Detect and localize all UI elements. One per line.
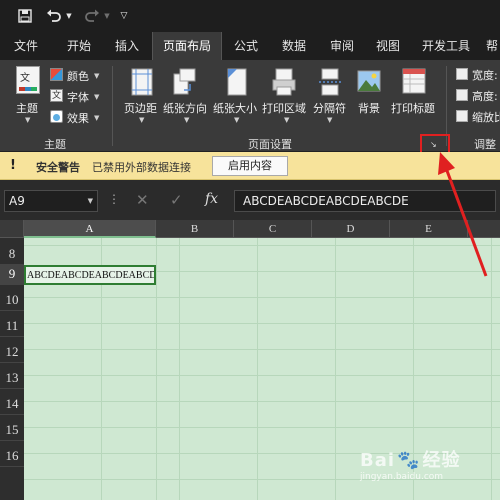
security-warning-title: 安全警告	[36, 161, 80, 174]
tab-review[interactable]: 审阅	[320, 32, 364, 60]
undo-dropdown-icon[interactable]: ▼	[64, 7, 74, 25]
column-headers: A B C D E	[0, 220, 500, 238]
print-area-icon	[272, 68, 296, 96]
height-icon	[456, 89, 468, 101]
width-label: 宽度:	[472, 69, 498, 82]
row-header[interactable]: 15	[0, 415, 24, 441]
size-icon	[227, 68, 247, 96]
watermark-url: jingyan.baidu.com	[360, 472, 444, 482]
warning-icon: !	[10, 158, 16, 173]
row-header[interactable]: 10	[0, 285, 24, 311]
breaks-dropdown-icon: ▼	[327, 116, 333, 124]
tab-formulas[interactable]: 公式	[226, 32, 266, 60]
print-titles-label: 打印标题	[391, 102, 435, 115]
row-header[interactable]: 12	[0, 337, 24, 363]
colors-dropdown-icon: ▼	[94, 72, 100, 80]
effects-icon	[50, 110, 63, 123]
formula-input[interactable]: ABCDEABCDEABCDEABCDE	[234, 190, 496, 212]
ribbon-tabs: 文件 开始 插入 页面布局 公式 数据 审阅 视图 开发工具 帮	[0, 32, 500, 60]
name-box-value: A9	[9, 194, 25, 208]
row-header[interactable]: 8	[0, 238, 24, 265]
selected-cell-a9[interactable]: ABCDEABCDEABCDEABCDE	[24, 265, 156, 285]
insert-function-icon[interactable]: fx	[205, 191, 218, 207]
row-header[interactable]: 11	[0, 311, 24, 337]
orientation-icon	[173, 68, 196, 95]
customize-icon[interactable]: ▽	[118, 7, 130, 25]
height-label: 高度:	[472, 90, 498, 103]
tab-home[interactable]: 开始	[58, 32, 100, 60]
orientation-dropdown-icon: ▼	[184, 116, 190, 124]
redo-icon[interactable]	[82, 7, 102, 25]
background-label: 背景	[358, 102, 380, 115]
size-label: 纸张大小	[213, 102, 257, 115]
security-warning-message: 已禁用外部数据连接	[92, 161, 191, 174]
scale-icon	[456, 110, 468, 122]
tab-view[interactable]: 视图	[366, 32, 410, 60]
background-icon	[357, 70, 381, 92]
themes-group-label: 主题	[44, 138, 66, 151]
row-header[interactable]: 14	[0, 389, 24, 415]
scale-group-label: 调整	[474, 138, 496, 151]
enter-icon[interactable]: ✓	[170, 191, 183, 209]
cancel-icon[interactable]: ✕	[136, 191, 149, 209]
tab-page-layout[interactable]: 页面布局	[152, 32, 222, 60]
undo-icon[interactable]	[44, 7, 64, 25]
row-headers: 8 9 10 11 12 13 14 15 16	[0, 238, 24, 500]
fonts-dropdown-icon: ▼	[94, 93, 100, 101]
baidu-watermark: Bai 🐾 经验 jingyan.baidu.com	[360, 446, 460, 482]
name-box[interactable]: A9 ▼	[4, 190, 98, 212]
colors-icon	[50, 68, 63, 81]
paw-icon: 🐾	[397, 450, 421, 471]
select-all-corner[interactable]	[0, 220, 24, 238]
effects-label: 效果	[67, 112, 89, 125]
column-header-d[interactable]: D	[312, 220, 390, 238]
column-header-b[interactable]: B	[156, 220, 234, 238]
breaks-icon	[319, 68, 341, 96]
name-box-dropdown-icon[interactable]: ▼	[88, 191, 93, 211]
print-area-dropdown-icon: ▼	[284, 116, 290, 124]
watermark-brand: Bai	[360, 450, 396, 471]
size-dropdown-icon: ▼	[234, 116, 240, 124]
colors-label: 颜色	[67, 70, 89, 83]
column-header-a[interactable]: A	[24, 220, 156, 238]
page-setup-group-label: 页面设置	[248, 138, 292, 151]
themes-dropdown-icon: ▼	[25, 116, 31, 124]
print-titles-icon	[402, 68, 426, 94]
tab-developer[interactable]: 开发工具	[414, 32, 478, 60]
formula-bar: A9 ▼ ⋮ ✕ ✓ fx ABCDEABCDEABCDEABCDE	[0, 186, 500, 216]
row-header[interactable]: 13	[0, 363, 24, 389]
tab-insert[interactable]: 插入	[106, 32, 148, 60]
row-header[interactable]: 16	[0, 441, 24, 467]
breaks-label: 分隔符	[313, 102, 346, 115]
margins-dropdown-icon: ▼	[139, 116, 145, 124]
row-header[interactable]: 9	[0, 265, 24, 285]
tab-data[interactable]: 数据	[272, 32, 316, 60]
save-icon[interactable]	[16, 7, 34, 25]
enable-content-button[interactable]: 启用内容	[212, 156, 288, 176]
fonts-icon: 文	[50, 89, 63, 102]
column-header-c[interactable]: C	[234, 220, 312, 238]
fonts-label: 字体	[67, 91, 89, 104]
width-icon	[456, 68, 468, 80]
margins-icon	[131, 68, 153, 96]
group-separator	[112, 66, 113, 146]
tab-file[interactable]: 文件	[6, 32, 46, 60]
scale-label: 缩放比	[472, 111, 500, 124]
title-bar: ▼ ▼ ▽	[0, 0, 500, 32]
margins-label: 页边距	[124, 102, 157, 115]
themes-label: 主题	[16, 102, 38, 115]
print-area-label: 打印区域	[262, 102, 306, 115]
tab-help[interactable]: 帮	[484, 32, 500, 60]
watermark-brand-2: 经验	[422, 450, 461, 471]
themes-icon: 文	[16, 66, 40, 94]
column-divider	[156, 238, 157, 500]
column-header-e[interactable]: E	[390, 220, 468, 238]
orientation-label: 纸张方向	[163, 102, 207, 115]
effects-dropdown-icon: ▼	[94, 114, 100, 122]
redo-dropdown-icon[interactable]: ▼	[102, 7, 112, 25]
more-icon[interactable]: ⋮	[108, 192, 120, 206]
